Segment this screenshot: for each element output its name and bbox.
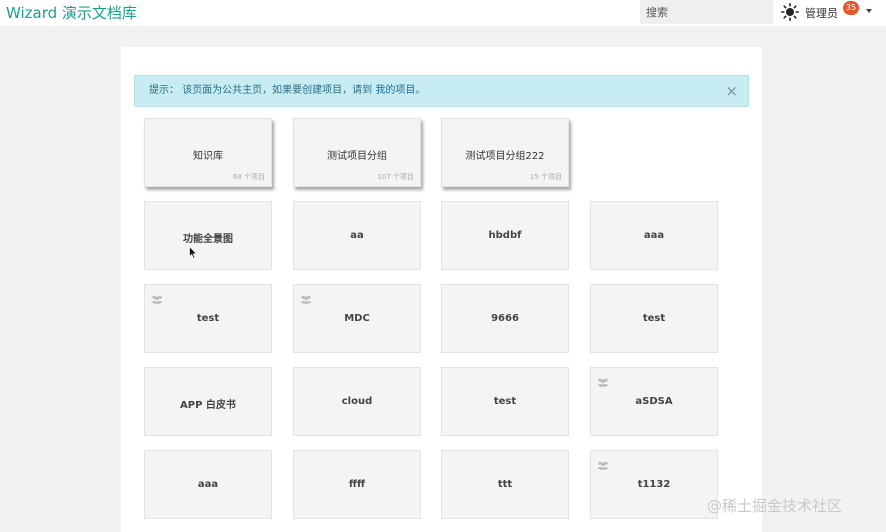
card-title: aaa (197, 479, 219, 490)
team-icon (597, 372, 609, 387)
alert-message: 该页面为公共主页，如果要创建项目，请到 (182, 85, 373, 96)
card-title: cloud (341, 396, 373, 407)
watermark: @稀土掘金技术社区 (707, 497, 843, 515)
mouse-cursor-icon (189, 246, 197, 259)
team-icon (300, 289, 312, 304)
card-item-count: 107 个项目 (377, 173, 414, 181)
search-input[interactable] (640, 0, 773, 24)
site-brand[interactable]: Wizard 演示文档库 (6, 2, 137, 23)
user-menu[interactable]: 管理员 (805, 5, 838, 21)
my-projects-link[interactable]: 我的项目 (375, 85, 415, 96)
main-panel: 提示： 该页面为公共主页，如果要创建项目，请到 我的项目。 × 知识库 68 个项… (121, 47, 762, 532)
project-card[interactable]: ffff (293, 450, 421, 519)
project-card[interactable]: aSDSA (590, 367, 718, 436)
card-title: test (196, 313, 220, 324)
alert-suffix: 。 (415, 85, 426, 96)
team-icon (151, 289, 163, 304)
card-title: aa (350, 230, 364, 241)
project-card[interactable]: 9666 (441, 284, 569, 353)
card-title: 知识库 (193, 151, 223, 162)
card-title: 测试项目分组 (327, 151, 387, 162)
project-group-card[interactable]: 知识库 68 个项目 (144, 118, 272, 187)
alert-prefix: 提示： (149, 85, 179, 96)
card-title: APP 白皮书 (180, 400, 236, 411)
card-title: 9666 (491, 313, 519, 324)
top-bar: Wizard 演示文档库 管理员 35 (0, 0, 886, 26)
sun-icon[interactable] (781, 3, 799, 21)
project-card[interactable]: t1132 (590, 450, 718, 519)
team-icon (597, 455, 609, 470)
card-title: t1132 (637, 479, 671, 490)
card-item-count: 68 个项目 (232, 173, 265, 181)
project-card[interactable]: APP 白皮书 (144, 367, 272, 436)
card-title: ttt (497, 479, 513, 490)
project-card[interactable]: test (441, 367, 569, 436)
project-card[interactable]: test (590, 284, 718, 353)
card-title: test (642, 313, 666, 324)
card-title: test (493, 396, 517, 407)
project-card[interactable]: test (144, 284, 272, 353)
card-title: aaa (643, 230, 665, 241)
project-group-card[interactable]: 测试项目分组 107 个项目 (293, 118, 421, 187)
card-title: ffff (348, 479, 366, 490)
card-title: hbdbf (488, 230, 522, 241)
info-alert: 提示： 该页面为公共主页，如果要创建项目，请到 我的项目。 × (134, 75, 749, 107)
project-group-card[interactable]: 测试项目分组222 15 个项目 (441, 118, 569, 187)
caret-down-icon[interactable] (866, 9, 872, 13)
project-card[interactable]: aaa (590, 201, 718, 270)
project-card[interactable]: MDC (293, 284, 421, 353)
project-card[interactable]: cloud (293, 367, 421, 436)
card-title: 功能全景图 (183, 234, 233, 245)
card-item-count: 15 个项目 (529, 173, 562, 181)
project-card[interactable]: ttt (441, 450, 569, 519)
card-title: MDC (344, 313, 370, 324)
project-card[interactable]: hbdbf (441, 201, 569, 270)
project-card[interactable]: 功能全景图 (144, 201, 272, 270)
close-icon[interactable]: × (725, 76, 738, 106)
notification-badge[interactable]: 35 (843, 1, 859, 15)
project-card[interactable]: aa (293, 201, 421, 270)
card-title: 测试项目分组222 (465, 151, 545, 162)
card-title: aSDSA (635, 396, 673, 407)
project-card[interactable]: aaa (144, 450, 272, 519)
